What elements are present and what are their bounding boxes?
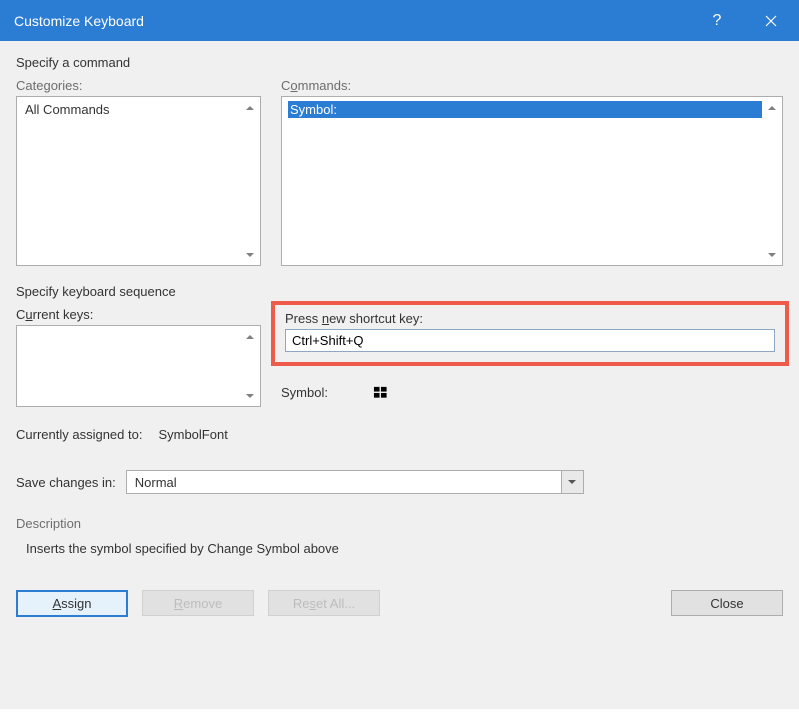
save-changes-combobox[interactable]: Normal — [126, 470, 584, 494]
section-specify-command: Specify a command — [16, 55, 783, 70]
scroll-up-button[interactable] — [241, 328, 258, 345]
chevron-down-icon — [767, 250, 777, 260]
dialog-body: Specify a command Categories: All Comman… — [0, 41, 799, 709]
highlighted-area: Press new shortcut key: — [271, 301, 789, 366]
new-shortcut-input[interactable] — [285, 329, 775, 352]
commands-label: Commands: — [281, 78, 783, 93]
remove-button: Remove — [142, 590, 254, 616]
current-keys-label: Current keys: — [16, 307, 261, 322]
title-bar: Customize Keyboard ? — [0, 0, 799, 41]
commands-listbox[interactable]: Symbol: — [281, 96, 783, 266]
categories-label: Categories: — [16, 78, 261, 93]
windows-logo-icon — [373, 384, 389, 400]
combobox-dropdown-button[interactable] — [561, 471, 583, 493]
chevron-down-icon — [567, 477, 577, 487]
categories-listbox[interactable]: All Commands — [16, 96, 261, 266]
current-keys-listbox[interactable] — [16, 325, 261, 407]
chevron-down-icon — [245, 391, 255, 401]
chevron-up-icon — [245, 103, 255, 113]
currently-assigned-label: Currently assigned to: — [16, 427, 142, 442]
close-window-button[interactable] — [743, 0, 799, 41]
chevron-up-icon — [245, 332, 255, 342]
reset-all-button: Reset All... — [268, 590, 380, 616]
save-changes-label: Save changes in: — [16, 475, 116, 490]
assign-button[interactable]: Assign — [16, 590, 128, 617]
scroll-down-button[interactable] — [241, 246, 258, 263]
window-title: Customize Keyboard — [14, 13, 691, 29]
close-icon — [765, 15, 777, 27]
currently-assigned-value: SymbolFont — [158, 427, 227, 442]
description-text: Inserts the symbol specified by Change S… — [26, 541, 783, 556]
new-shortcut-label: Press new shortcut key: — [285, 311, 775, 326]
description-label: Description — [16, 516, 783, 531]
scroll-down-button[interactable] — [763, 246, 780, 263]
scroll-down-button[interactable] — [241, 387, 258, 404]
section-specify-sequence: Specify keyboard sequence — [16, 284, 783, 299]
chevron-up-icon — [767, 103, 777, 113]
list-item[interactable]: Symbol: — [288, 101, 762, 118]
list-item[interactable]: All Commands — [23, 101, 240, 118]
chevron-down-icon — [245, 250, 255, 260]
help-button[interactable]: ? — [691, 0, 743, 41]
scroll-up-button[interactable] — [241, 99, 258, 116]
currently-assigned-row: Currently assigned to: SymbolFont — [16, 427, 783, 442]
close-button[interactable]: Close — [671, 590, 783, 616]
scroll-up-button[interactable] — [763, 99, 780, 116]
save-changes-value: Normal — [127, 471, 561, 493]
symbol-label: Symbol: — [281, 385, 328, 400]
